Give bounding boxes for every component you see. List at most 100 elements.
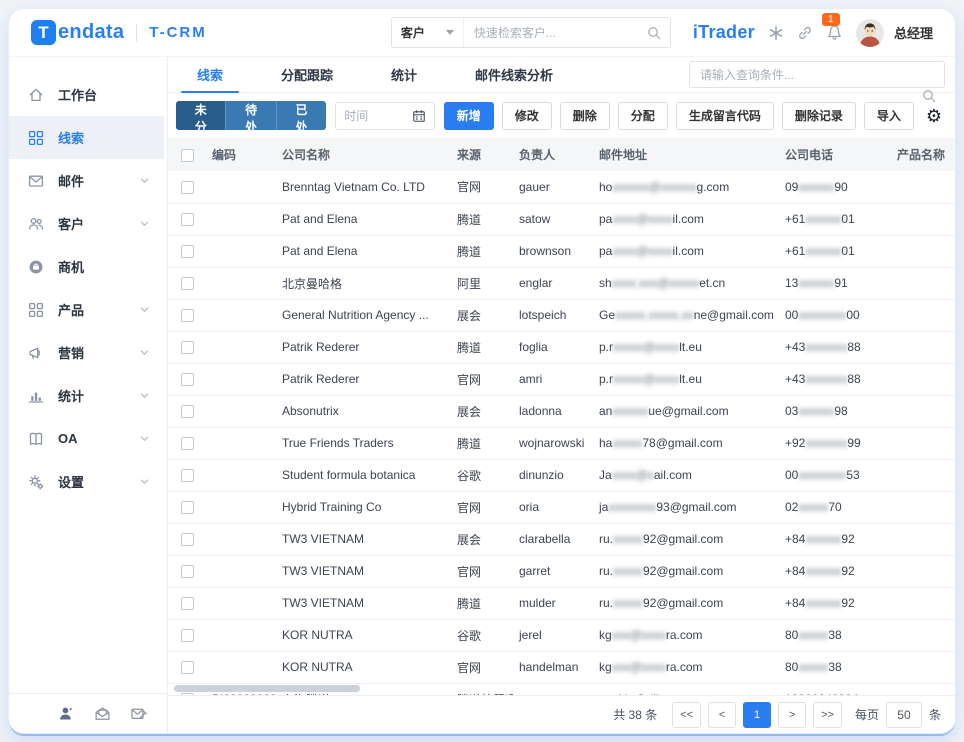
row-checkbox[interactable] [181, 629, 194, 642]
column-header-source[interactable]: 来源 [451, 138, 513, 171]
page-page-1-button[interactable]: 1 [743, 702, 771, 728]
person-add-icon[interactable] [58, 705, 75, 722]
cell-product [891, 331, 955, 363]
select-all-checkbox[interactable] [181, 149, 194, 162]
page-first-button[interactable]: << [672, 702, 701, 728]
query-input[interactable] [689, 61, 945, 88]
column-header-product[interactable]: 产品名称 [891, 138, 955, 171]
sidebar-item-oa[interactable]: OA [9, 417, 164, 460]
delete-button[interactable]: 删除 [560, 102, 610, 130]
itrader-brand[interactable]: iTrader [693, 22, 755, 43]
delete-records-button[interactable]: 删除记录 [782, 102, 856, 130]
sidebar-item-opportunities[interactable]: 商机 [9, 245, 164, 288]
column-header-owner[interactable]: 负责人 [513, 138, 593, 171]
page-last-button[interactable]: >> [813, 702, 842, 728]
cell-product [891, 555, 955, 587]
sidebar-item-mail[interactable]: 邮件 [9, 159, 164, 202]
tendata-logo[interactable]: T endata [31, 20, 124, 45]
page-prev-button[interactable]: < [708, 702, 736, 728]
row-checkbox[interactable] [181, 213, 194, 226]
search-icon[interactable] [921, 88, 937, 104]
column-header-company[interactable]: 公司名称 [276, 138, 451, 171]
row-checkbox[interactable] [181, 693, 194, 695]
search-icon[interactable] [646, 25, 662, 41]
row-checkbox[interactable] [181, 245, 194, 258]
table-row[interactable]: Pat and Elena 腾道 brownson paxxxx@xxxxil.… [168, 235, 955, 267]
table-row[interactable]: General Nutrition Agency ... 展会 lotspeic… [168, 299, 955, 331]
avatar[interactable] [856, 19, 884, 47]
table-row[interactable]: KOR NUTRA 谷歌 jerel kgxxx@xxxxra.com 80xx… [168, 619, 955, 651]
cell-source: 展会 [451, 523, 513, 555]
table-settings-button[interactable]: ⚙ [923, 107, 945, 125]
import-button[interactable]: 导入 [864, 102, 914, 130]
tab-assign-track[interactable]: 分配跟踪 [252, 57, 362, 92]
table-row[interactable]: Absonutrix 展会 ladonna anxxxxxxue@gmail.c… [168, 395, 955, 427]
sidebar-item-stats[interactable]: 统计 [9, 374, 164, 417]
cell-source: 官网 [451, 651, 513, 683]
row-checkbox[interactable] [181, 405, 194, 418]
sidebar-item-products[interactable]: 产品 [9, 288, 164, 331]
sidebar-item-customers[interactable]: 客户 [9, 202, 164, 245]
add-button[interactable]: 新增 [444, 102, 494, 130]
row-checkbox[interactable] [181, 661, 194, 674]
table-row[interactable]: True Friends Traders 腾道 wojnarowski haxx… [168, 427, 955, 459]
sidebar-item-marketing[interactable]: 营销 [9, 331, 164, 374]
table-row[interactable]: Brenntag Vietnam Co. LTD 官网 gauer hoxxxx… [168, 171, 955, 203]
sidebar-item-settings[interactable]: 设置 [9, 460, 164, 503]
app-window: T endata T-CRM 客户 iTrader 1 [8, 8, 956, 734]
date-filter[interactable]: 时间 [335, 102, 435, 130]
tab-stats[interactable]: 统计 [362, 57, 446, 92]
table-row[interactable]: 北京曼哈格 阿里 englar shxxxx.xxx@xxxxxet.cn 13… [168, 267, 955, 299]
search-category-select[interactable]: 客户 [392, 18, 464, 47]
inbox-icon[interactable] [94, 705, 111, 722]
table-row[interactable]: TW3 VIETNAM 官网 garret ru.xxxxx92@gmail.c… [168, 555, 955, 587]
ai-flower-icon[interactable] [768, 25, 784, 41]
table-row[interactable]: TW3 VIETNAM 腾道 mulder ru.xxxxx92@gmail.c… [168, 587, 955, 619]
cell-product [891, 427, 955, 459]
cell-owner: amri [513, 363, 593, 395]
column-header-email[interactable]: 邮件地址 [593, 138, 779, 171]
table-row[interactable]: Patrik Rederer 官网 amri p.rxxxxx@xxxxlt.e… [168, 363, 955, 395]
tab-leads[interactable]: 线索 [168, 57, 252, 92]
sidebar-footer [9, 693, 167, 733]
notification-bell-icon[interactable]: 1 [826, 24, 843, 41]
row-checkbox[interactable] [181, 277, 194, 290]
link-icon[interactable] [797, 25, 813, 41]
cell-code [206, 235, 276, 267]
row-checkbox[interactable] [181, 437, 194, 450]
table-row[interactable]: Student formula botanica 谷歌 dinunzio Jax… [168, 459, 955, 491]
row-checkbox[interactable] [181, 597, 194, 610]
table-header-row: 编码 公司名称 来源 负责人 邮件地址 公司电话 产品名称 [168, 138, 955, 171]
tab-email-lead-analysis[interactable]: 邮件线索分析 [446, 57, 582, 92]
table-row[interactable]: Pat and Elena 腾道 satow paxxxx@xxxxil.com… [168, 203, 955, 235]
table-row[interactable]: Patrik Rederer 腾道 foglia p.rxxxxx@xxxxlt… [168, 331, 955, 363]
filter-processed[interactable]: 已处理 [276, 101, 326, 130]
global-search-input[interactable] [464, 18, 670, 47]
row-checkbox[interactable] [181, 181, 194, 194]
horizontal-scrollbar[interactable] [174, 685, 360, 692]
generate-message-code-button[interactable]: 生成留言代码 [676, 102, 774, 130]
assign-button[interactable]: 分配 [618, 102, 668, 130]
table-row[interactable]: KOR NUTRA 官网 handelman kgxxx@xxxxra.com … [168, 651, 955, 683]
sidebar-item-leads[interactable]: 线索 [9, 116, 164, 159]
row-checkbox[interactable] [181, 341, 194, 354]
column-header-phone[interactable]: 公司电话 [779, 138, 891, 171]
filter-unassigned[interactable]: 未分配 [176, 101, 225, 130]
row-checkbox[interactable] [181, 373, 194, 386]
column-header-code[interactable]: 编码 [206, 138, 276, 171]
filter-pending[interactable]: 待处理 [225, 101, 275, 130]
edit-button[interactable]: 修改 [502, 102, 552, 130]
row-checkbox[interactable] [181, 501, 194, 514]
row-checkbox[interactable] [181, 469, 194, 482]
row-checkbox[interactable] [181, 565, 194, 578]
sidebar-item-workbench[interactable]: 工作台 [9, 73, 164, 116]
table-row[interactable]: TW3 VIETNAM 展会 clarabella ru.xxxxx92@gma… [168, 523, 955, 555]
leads-table: 编码 公司名称 来源 负责人 邮件地址 公司电话 产品名称 Brenntag V… [168, 138, 955, 695]
compose-mail-icon[interactable] [130, 705, 147, 722]
per-page-input[interactable]: 50 [886, 702, 922, 728]
row-checkbox[interactable] [181, 309, 194, 322]
cell-product [891, 267, 955, 299]
table-row[interactable]: Hybrid Training Co 官网 oria jaxxxxxxxx93@… [168, 491, 955, 523]
row-checkbox[interactable] [181, 533, 194, 546]
page-next-button[interactable]: > [778, 702, 806, 728]
